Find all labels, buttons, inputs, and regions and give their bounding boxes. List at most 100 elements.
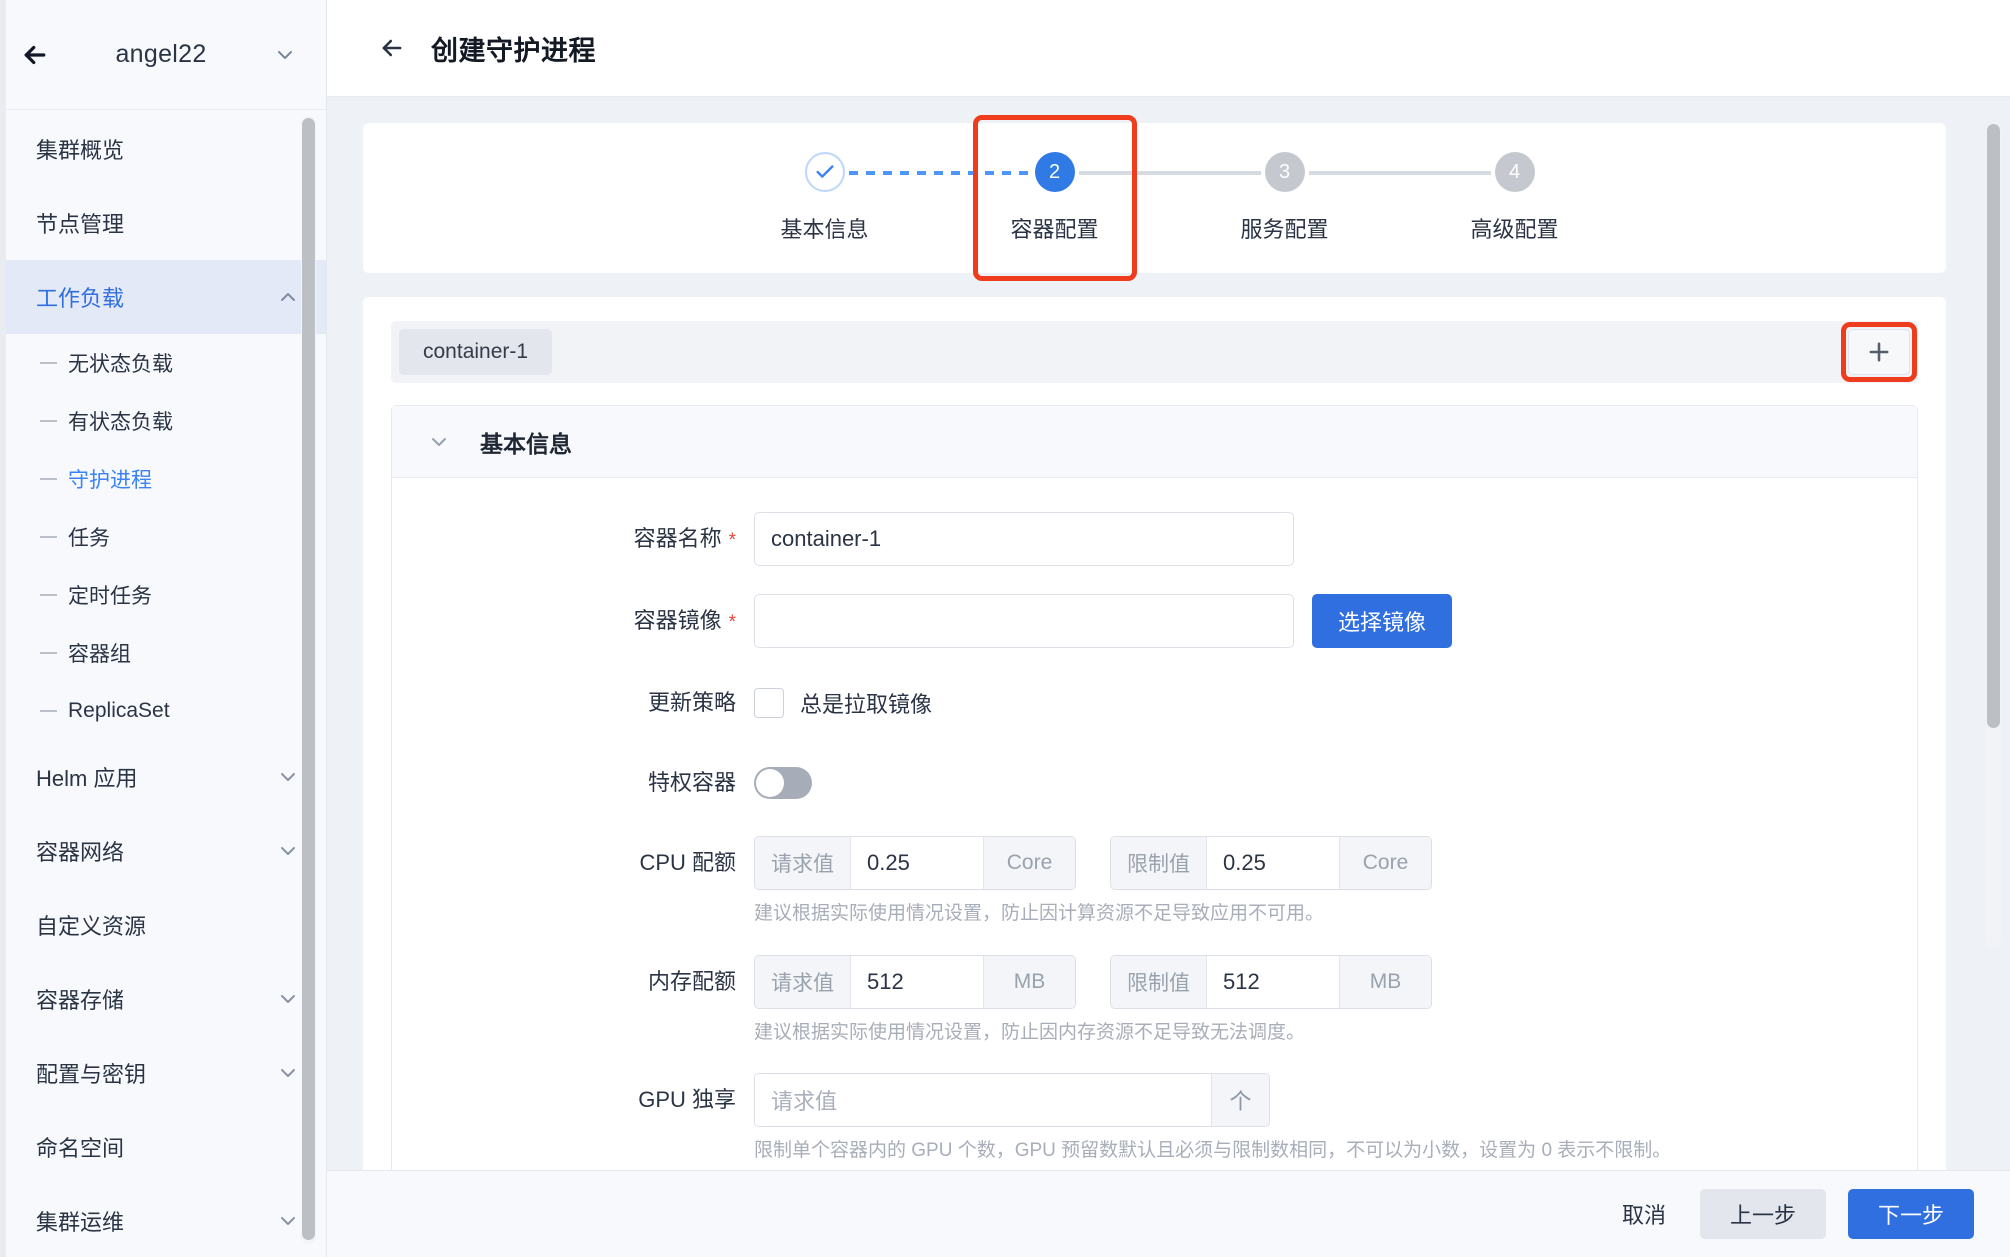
previous-step-button[interactable]: 上一步 [1699, 1189, 1826, 1239]
sidebar-item-label: 集群运维 [36, 1210, 125, 1235]
wizard-step-1[interactable]: 基本信息 [710, 152, 940, 244]
update-policy-control: 总是拉取镜像 [754, 676, 1917, 730]
content-scrollbar-thumb[interactable] [1987, 124, 2000, 728]
basic-info-panel-header[interactable]: 基本信息 [392, 406, 1917, 478]
memory-request-input[interactable]: 512 [851, 955, 983, 1008]
container-name-input[interactable]: container-1 [754, 512, 1294, 566]
required-asterisk: * [728, 612, 736, 633]
gpu-input[interactable]: 请求值 [755, 1074, 1211, 1126]
memory-request-prefix: 请求值 [755, 955, 851, 1008]
sidebar-scrollbar-thumb[interactable] [302, 118, 315, 1240]
dash-icon [40, 362, 68, 364]
cpu-quota-label: CPU 配额 [639, 850, 736, 875]
sidebar-item-配置与密钥[interactable]: 配置与密钥 [0, 1036, 326, 1110]
sidebar-subitem-label: 容器组 [68, 643, 131, 666]
always-pull-image-label: 总是拉取镜像 [800, 692, 933, 717]
cancel-button[interactable]: 取消 [1610, 1189, 1678, 1239]
dash-icon [40, 652, 68, 654]
sidebar-item-容器存储[interactable]: 容器存储 [0, 962, 326, 1036]
container-tabbar: container-1 [391, 321, 1918, 383]
page-back-icon[interactable] [375, 31, 409, 65]
wizard-step-1-circle [804, 152, 845, 192]
gpu-label: GPU 独享 [638, 1087, 736, 1112]
sidebar-item-label: 自定义资源 [36, 914, 147, 939]
memory-limit-group: 限制值 512 MB [1110, 954, 1432, 1009]
next-step-button[interactable]: 下一步 [1847, 1189, 1974, 1239]
panel-collapse-chevron-down-icon[interactable] [426, 429, 452, 455]
sidebar-item-Helm-应用[interactable]: Helm 应用 [0, 740, 326, 814]
sidebar-subitem-label: 定时任务 [68, 585, 152, 608]
sidebar-back-icon[interactable] [18, 38, 52, 72]
sidebar-item-节点管理[interactable]: 节点管理 [0, 186, 326, 260]
cpu-limit-unit: Core [1339, 837, 1431, 889]
sidebar-subitem-守护进程[interactable]: 守护进程 [0, 450, 326, 508]
chevron-down-icon[interactable] [276, 839, 300, 863]
chevron-down-icon[interactable] [276, 1209, 300, 1233]
dash-icon [40, 710, 68, 712]
sidebar-item-label: 工作负载 [36, 286, 125, 311]
sidebar-subitem-label: 任务 [68, 527, 110, 550]
chevron-up-icon[interactable] [276, 285, 300, 309]
wizard-step-3[interactable]: 3 服务配置 [1170, 152, 1400, 244]
sidebar-item-集群概览[interactable]: 集群概览 [0, 112, 326, 186]
field-container-name: 容器名称 * container-1 [392, 512, 1917, 568]
gpu-control: 请求值 个 限制单个容器内的 GPU 个数，GPU 预留数默认且必须与限制数相同… [754, 1073, 1917, 1166]
sidebar-subitem-任务[interactable]: 任务 [0, 508, 326, 566]
field-cpu-quota: CPU 配额 请求值 0.25 Core 限制值 0.25 Core 建议根据实… [392, 836, 1917, 929]
sidebar-subitem-定时任务[interactable]: 定时任务 [0, 566, 326, 624]
memory-request-unit: MB [983, 955, 1075, 1008]
privileged-toggle-knob [756, 769, 784, 797]
sidebar-item-label: 容器网络 [36, 840, 125, 865]
sidebar-item-label: Helm 应用 [36, 766, 138, 791]
memory-quota-control: 请求值 512 MB 限制值 512 MB 建议根据实际使用情况设置，防止因内存… [754, 954, 1917, 1048]
dash-icon [40, 478, 68, 480]
chevron-down-icon[interactable] [276, 765, 300, 789]
container-tab-1[interactable]: container-1 [399, 329, 553, 375]
field-update-policy: 更新策略 总是拉取镜像 [392, 676, 1917, 730]
container-image-control: 选择镜像 [754, 594, 1917, 648]
sidebar-subitem-无状态负载[interactable]: 无状态负载 [0, 334, 326, 392]
basic-info-panel: 基本信息 容器名称 * container-1 容器镜像 * 选择镜像 更新策略… [391, 405, 1918, 1170]
privileged-control [754, 756, 1917, 799]
privileged-label: 特权容器 [647, 770, 736, 795]
sidebar-subitem-label: 有状态负载 [68, 411, 173, 434]
add-container-button[interactable] [1848, 329, 1910, 375]
cpu-request-prefix: 请求值 [755, 837, 851, 889]
sidebar-subitem-容器组[interactable]: 容器组 [0, 624, 326, 682]
memory-limit-input[interactable]: 512 [1207, 955, 1339, 1008]
memory-limit-unit: MB [1339, 955, 1431, 1008]
select-image-button[interactable]: 选择镜像 [1312, 594, 1453, 648]
cluster-switcher-chevron-down-icon[interactable] [270, 40, 300, 70]
always-pull-image-checkbox[interactable] [754, 688, 784, 718]
gpu-input-group: 请求值 个 [754, 1073, 1270, 1127]
basic-info-panel-body: 容器名称 * container-1 容器镜像 * 选择镜像 更新策略 总是拉取… [392, 478, 1917, 1170]
wizard-step-4[interactable]: 4 高级配置 [1400, 152, 1630, 244]
chevron-down-icon[interactable] [276, 1061, 300, 1085]
gpu-unit: 个 [1211, 1074, 1269, 1126]
content-scrollbar[interactable] [1986, 123, 2001, 949]
sidebar-subitem-ReplicaSet[interactable]: ReplicaSet [0, 682, 326, 740]
sidebar-item-容器网络[interactable]: 容器网络 [0, 814, 326, 888]
cpu-request-input[interactable]: 0.25 [851, 837, 983, 889]
sidebar-item-自定义资源[interactable]: 自定义资源 [0, 888, 326, 962]
sidebar-item-命名空间[interactable]: 命名空间 [0, 1110, 326, 1184]
sidebar-item-集群运维[interactable]: 集群运维 [0, 1184, 326, 1257]
sidebar-item-工作负载[interactable]: 工作负载 [0, 260, 326, 334]
main-area: 创建守护进程 基本信息 2 容器配置 3 服务配置 4 高级配置 container-1 [327, 0, 2010, 1257]
memory-quota-hint: 建议根据实际使用情况设置，防止因内存资源不足导致无法调度。 [754, 1021, 1306, 1043]
privileged-toggle[interactable] [754, 767, 812, 799]
container-config-card: container-1 基本信息 容器名称 * container-1 容器镜像… [363, 297, 1946, 1170]
cpu-limit-input[interactable]: 0.25 [1207, 837, 1339, 889]
sidebar-subitem-有状态负载[interactable]: 有状态负载 [0, 392, 326, 450]
sidebar-scrollbar[interactable] [301, 116, 316, 1244]
chevron-down-icon[interactable] [276, 987, 300, 1011]
wizard-step-2[interactable]: 2 容器配置 [940, 152, 1170, 244]
cluster-name: angel22 [115, 40, 207, 68]
container-image-input[interactable] [754, 594, 1294, 648]
page-title: 创建守护进程 [431, 35, 596, 66]
container-name-control: container-1 [754, 512, 1917, 566]
wizard-step-2-label: 容器配置 [1010, 217, 1099, 242]
wizard-step-2-number: 2 [1048, 160, 1061, 183]
container-name-label: 容器名称 * [392, 512, 754, 568]
sidebar-subitem-label: 无状态负载 [68, 353, 173, 376]
